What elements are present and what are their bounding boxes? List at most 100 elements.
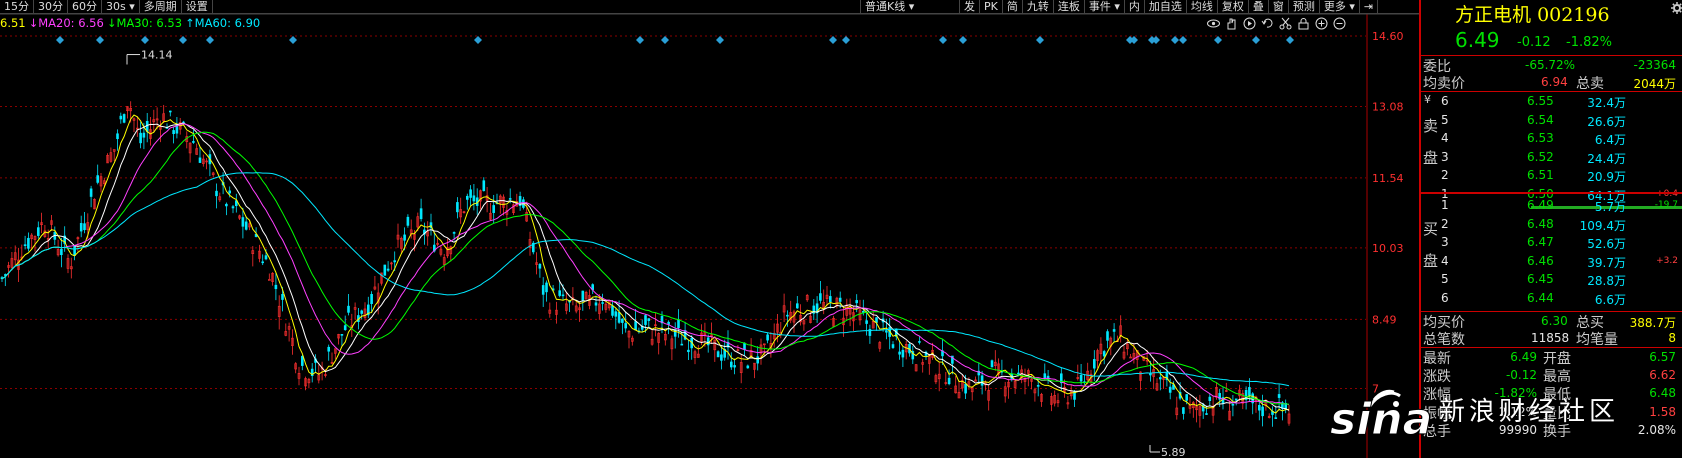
event-diamond-icon [1036,36,1044,44]
exit-icon[interactable]: ⇥ [1360,0,1379,14]
undo-icon[interactable] [1260,16,1275,31]
trade-count: 11858 [1531,331,1570,345]
period-0[interactable]: 15分 [0,0,34,14]
eye-icon[interactable] [1206,16,1221,31]
gear-icon[interactable] [1671,2,1682,14]
sina-watermark: sina 新浪财经社区 [1330,376,1619,436]
candle-body [861,310,865,313]
sell_side-price[interactable]: 6.51 [1527,168,1554,182]
event-diamond-icon [1252,36,1260,44]
candle-body [1258,405,1261,411]
candle-body [624,323,628,329]
candle-body [419,208,423,220]
candle-body [601,302,604,304]
sell_side-price[interactable]: 6.53 [1527,131,1554,145]
candle-body [545,282,548,293]
arrow-icon: ↓ [28,16,39,30]
event-diamond-icon [1286,36,1294,44]
toolbar-right-item-3[interactable]: 九转 [1023,0,1054,14]
candle-body [79,223,83,232]
candlestick-chart[interactable]: 14.6013.0811.5410.038.49714.145.89 [0,0,1419,458]
candle-body [716,351,720,358]
candle-body [169,110,172,113]
sell_side-price[interactable]: 6.52 [1527,150,1554,164]
avg-sell-label: 均卖价 [1423,76,1465,92]
buy_side-price[interactable]: 6.47 [1527,235,1554,249]
candle-body [1182,407,1185,414]
candle-body [1248,387,1251,396]
toolbar-item-0[interactable]: 多周期 [140,0,182,14]
candle-body [96,175,99,183]
toolbar-right-item-11[interactable]: 窗 [1269,0,1289,14]
buy_side-price[interactable]: 6.44 [1527,291,1554,305]
sell_side-price[interactable]: 6.54 [1527,113,1554,127]
candle-body [370,294,373,304]
scissors-icon[interactable] [1278,16,1293,31]
candle-body [1277,394,1281,398]
candle-body [538,263,542,269]
toolbar-right-item-4[interactable]: 连板 [1054,0,1085,14]
candle-body [644,315,647,325]
toolbar-right-item-2[interactable]: 简 [1003,0,1023,14]
candle-body [885,330,888,333]
candle-body [673,329,677,337]
toolbar: 15分 30分 60分 30s ▾ 多周期 设置 普通K线 ▾ 发 PK 简九转 连板 事件 ▾ 内加… [0,0,1419,14]
candle-body [139,132,142,144]
toolbar-right-item-10[interactable]: 叠 [1249,0,1269,14]
toolbar-right-item-8[interactable]: 均线 [1187,0,1218,14]
zoom-out-icon[interactable] [1332,16,1347,31]
candle-body [680,343,684,346]
buy_side-price[interactable]: 6.49 [1527,198,1554,212]
ma-legend-item-2: ↓MA30: 6.53 [106,16,183,30]
toolbar-right-item-7[interactable]: 加自选 [1145,0,1187,14]
candle-body [192,141,195,143]
candle-body [383,264,387,276]
buy_side-price[interactable]: 6.45 [1527,272,1554,286]
total-sell-label: 总卖 [1576,76,1604,92]
low-price-label: 5.89 [1161,446,1186,458]
candle-body [116,133,119,140]
candle-body [360,310,364,314]
toolbar-right-item-9[interactable]: 复权 [1218,0,1249,14]
candle-body [733,365,736,368]
lock-icon[interactable] [1296,16,1311,31]
candle-body [766,334,769,341]
candle-body [261,261,265,264]
toolbar-right-item-12[interactable]: 预测 [1289,0,1320,14]
toolbar-right-item-13[interactable]: 更多 ▾ [1320,0,1360,14]
ma60-line [1,172,1290,387]
candle-body [581,290,585,301]
sell_side-level-2: 2 [1441,168,1449,182]
toolbar-right-item-0[interactable]: 发 [960,0,980,14]
candle-body [281,294,284,300]
event-diamond-icon [636,36,644,44]
zoom-in-icon[interactable] [1314,16,1329,31]
buy_side-price[interactable]: 6.46 [1527,254,1554,268]
buy_side-price[interactable]: 6.48 [1527,217,1554,231]
toolbar-item-1[interactable]: 设置 [182,0,213,14]
candle-body [1106,331,1109,341]
toolbar-right-item-1[interactable]: PK [980,0,1003,14]
period-1[interactable]: 30分 [34,0,68,14]
toolbar-right-item-5[interactable]: 事件 ▾ [1085,0,1125,14]
candle-body [508,198,512,200]
play-icon[interactable] [1242,16,1257,31]
kline-type-select[interactable]: 普通K线 ▾ [860,0,960,14]
candle-body [617,312,621,323]
period-2[interactable]: 60分 [68,0,102,14]
buy_side-volume: 5.7万 [1594,200,1626,214]
sell_side-price[interactable]: 6.55 [1527,94,1554,108]
candle-body [60,248,63,256]
ma10-line [1,122,1290,411]
sell_side-volume: 20.9万 [1587,170,1626,184]
toolbar-right-item-6[interactable]: 内 [1125,0,1145,14]
price-tick-label: 11.54 [1372,172,1404,185]
sell_side-volume: 6.4万 [1594,133,1626,147]
candle-body [267,279,271,281]
ma-legend-item-0: 6.51 [0,16,26,30]
hand-icon[interactable] [1224,16,1239,31]
candle-body [677,319,680,328]
period-select[interactable]: 30s ▾ [102,0,140,14]
candle-body [990,360,994,368]
event-diamond-icon [661,36,669,44]
